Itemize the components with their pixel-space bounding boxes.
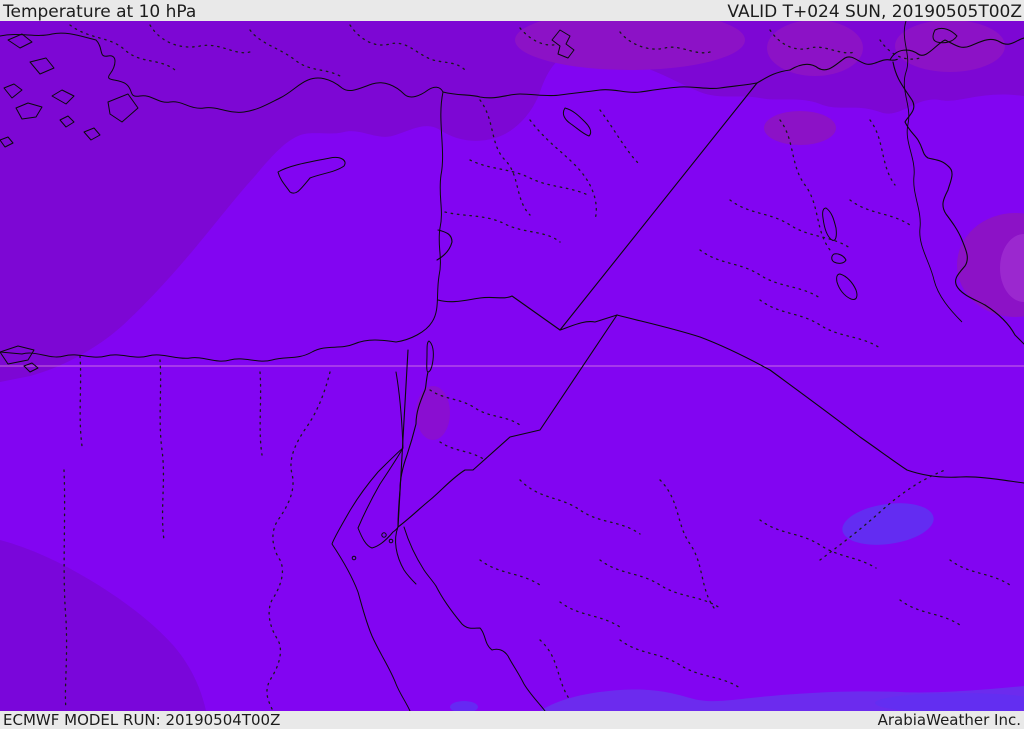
attribution-label: ArabiaWeather Inc. — [877, 711, 1021, 729]
map-title: Temperature at 10 hPa — [3, 2, 197, 22]
weather-map-viewer: Temperature at 10 hPa VALID T+024 SUN, 2… — [0, 0, 1024, 729]
title-bar: Temperature at 10 hPa VALID T+024 SUN, 2… — [0, 0, 1024, 22]
weather-map-canvas — [0, 21, 1024, 711]
valid-time-label: VALID T+024 SUN, 20190505T00Z — [727, 2, 1022, 22]
model-run-label: ECMWF MODEL RUN: 20190504T00Z — [3, 711, 281, 729]
status-bar: ECMWF MODEL RUN: 20190504T00Z ArabiaWeat… — [0, 711, 1024, 729]
temperature-fill-layer — [0, 21, 1024, 711]
